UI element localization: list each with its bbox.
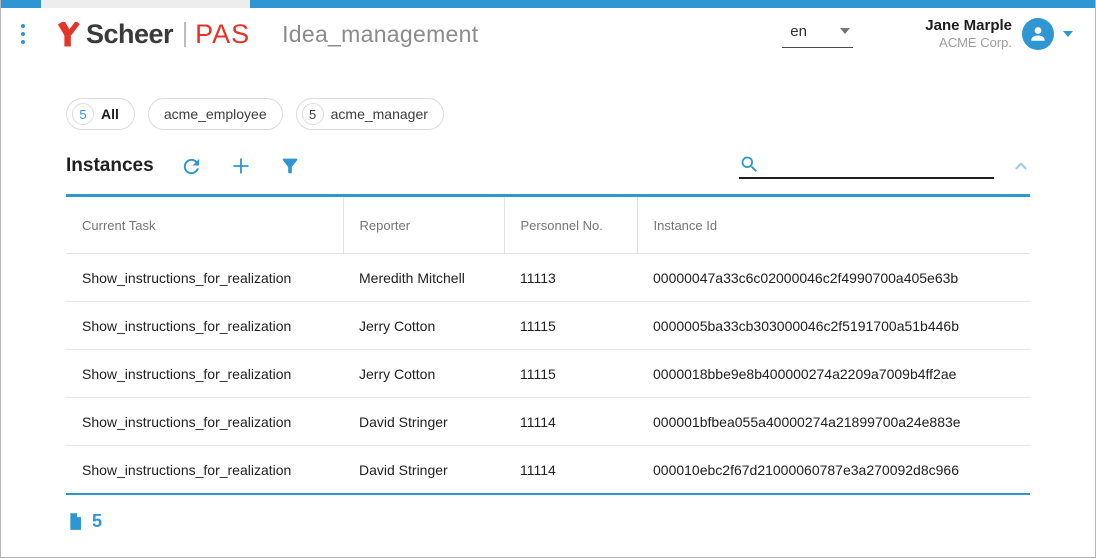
column-header-current-task: Current Task [66, 197, 343, 254]
filter-icon[interactable] [279, 155, 301, 177]
top-strip-segment [250, 0, 1095, 8]
instances-table: Current Task Reporter Personnel No. Inst… [66, 194, 1030, 495]
record-count-value: 5 [92, 511, 102, 532]
top-strip-segment [1, 0, 41, 8]
refresh-icon[interactable] [180, 155, 203, 178]
cell-personnel-no: 11115 [504, 350, 637, 398]
top-progress-strip [1, 0, 1095, 8]
column-header-personnel-no: Personnel No. [504, 197, 637, 254]
chip-label: acme_manager [331, 106, 428, 122]
cell-current-task: Show_instructions_for_realization [66, 254, 343, 302]
cell-instance-id: 00000047a33c6c02000046c2f4990700a405e63b [637, 254, 1030, 302]
scheer-logo-mark-icon [57, 22, 81, 47]
add-icon[interactable] [229, 154, 253, 178]
table-header-row: Current Task Reporter Personnel No. Inst… [66, 197, 1030, 254]
cell-instance-id: 000001bfbea055a40000274a21899700a24e883e [637, 398, 1030, 446]
cell-current-task: Show_instructions_for_realization [66, 350, 343, 398]
table-row[interactable]: Show_instructions_for_realization Jerry … [66, 302, 1030, 350]
instances-toolbar: Instances [66, 150, 1030, 182]
brand-separator [184, 22, 186, 47]
brand-logo: Scheer PAS [57, 19, 250, 50]
column-header-instance-id: Instance Id [637, 197, 1030, 254]
header-right: en Jane Marple ACME Corp. [782, 17, 1073, 52]
cell-reporter: David Stringer [343, 446, 504, 494]
table-row[interactable]: Show_instructions_for_realization Meredi… [66, 254, 1030, 302]
chevron-down-icon [840, 28, 850, 34]
user-name: Jane Marple [925, 17, 1012, 36]
chip-acme-manager[interactable]: 5 acme_manager [296, 98, 444, 130]
cell-reporter: David Stringer [343, 398, 504, 446]
column-header-reporter: Reporter [343, 197, 504, 254]
cell-reporter: Jerry Cotton [343, 302, 504, 350]
table-row[interactable]: Show_instructions_for_realization David … [66, 446, 1030, 494]
section-title: Instances [66, 155, 154, 177]
user-organization: ACME Corp. [925, 35, 1012, 51]
cell-current-task: Show_instructions_for_realization [66, 446, 343, 494]
role-filter-chips: 5 All acme_employee 5 acme_manager [66, 98, 1095, 130]
cell-instance-id: 0000005ba33cb303000046c2f5191700a51b446b [637, 302, 1030, 350]
chip-count-badge: 5 [72, 103, 94, 125]
user-info: Jane Marple ACME Corp. [925, 17, 1012, 52]
app-header: Scheer PAS Idea_management en Jane Marpl… [1, 8, 1095, 60]
page-title: Idea_management [282, 21, 478, 48]
chip-count-badge: 5 [302, 103, 324, 125]
cell-personnel-no: 11114 [504, 398, 637, 446]
brand-product: PAS [195, 19, 250, 50]
chip-label: All [101, 106, 119, 122]
language-value: en [790, 23, 807, 40]
language-select[interactable]: en [782, 21, 853, 48]
brand-name: Scheer [86, 19, 173, 50]
cell-instance-id: 0000018bbe9e8b400000274a2209a7009b4ff2ae [637, 350, 1030, 398]
search-box [739, 154, 994, 179]
cell-current-task: Show_instructions_for_realization [66, 398, 343, 446]
top-strip-segment [41, 0, 250, 8]
chip-all[interactable]: 5 All [66, 98, 135, 130]
cell-current-task: Show_instructions_for_realization [66, 302, 343, 350]
chip-acme-employee[interactable]: acme_employee [148, 98, 283, 130]
user-menu-chevron-down-icon[interactable] [1063, 31, 1073, 37]
table-row[interactable]: Show_instructions_for_realization David … [66, 398, 1030, 446]
collapse-chevron-up-icon[interactable] [1012, 157, 1030, 175]
user-avatar-icon[interactable] [1022, 18, 1054, 50]
cell-reporter: Jerry Cotton [343, 350, 504, 398]
search-input[interactable] [760, 156, 994, 175]
cell-instance-id: 000010ebc2f67d21000060787e3a270092d8c966 [637, 446, 1030, 494]
document-icon [66, 511, 85, 532]
cell-personnel-no: 11115 [504, 302, 637, 350]
table-row[interactable]: Show_instructions_for_realization Jerry … [66, 350, 1030, 398]
search-icon [739, 154, 760, 175]
chip-label: acme_employee [164, 106, 267, 122]
cell-personnel-no: 11113 [504, 254, 637, 302]
record-count: 5 [66, 511, 1095, 532]
cell-reporter: Meredith Mitchell [343, 254, 504, 302]
app-window: Scheer PAS Idea_management en Jane Marpl… [0, 0, 1096, 558]
cell-personnel-no: 11114 [504, 446, 637, 494]
kebab-menu-icon[interactable] [1, 18, 45, 50]
